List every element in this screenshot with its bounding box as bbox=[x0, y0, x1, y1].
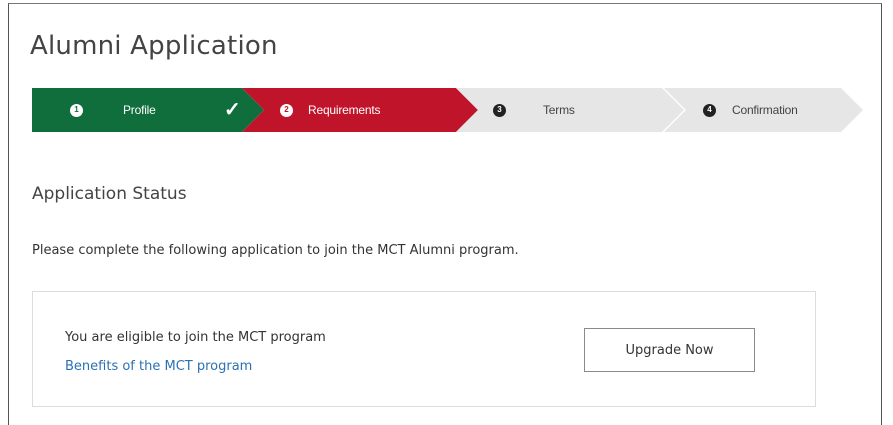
eligibility-message: You are eligible to join the MCT program bbox=[65, 330, 326, 345]
page-title: Alumni Application bbox=[30, 31, 278, 62]
step-label: Profile bbox=[123, 103, 156, 117]
section-title: Application Status bbox=[32, 184, 187, 204]
upgrade-now-button[interactable]: Upgrade Now bbox=[584, 328, 755, 372]
step-profile[interactable]: 1 Profile ✓ bbox=[32, 88, 264, 132]
step-terms[interactable]: 3 Terms bbox=[456, 88, 686, 132]
step-label: Terms bbox=[543, 103, 575, 117]
wizard-progress: 1 Profile ✓ 2 Requirements 3 Terms 4 Con… bbox=[32, 88, 863, 132]
step-label: Requirements bbox=[308, 103, 381, 117]
step-number-icon: 1 bbox=[70, 104, 83, 117]
eligibility-card: You are eligible to join the MCT program… bbox=[32, 291, 816, 407]
step-number-icon: 3 bbox=[493, 104, 506, 117]
step-confirmation[interactable]: 4 Confirmation bbox=[664, 88, 863, 132]
step-number-icon: 2 bbox=[280, 104, 293, 117]
check-icon: ✓ bbox=[224, 99, 241, 121]
benefits-link[interactable]: Benefits of the MCT program bbox=[65, 359, 252, 374]
step-label: Confirmation bbox=[732, 103, 798, 117]
intro-text: Please complete the following applicatio… bbox=[32, 243, 519, 258]
step-number-icon: 4 bbox=[703, 104, 716, 117]
step-requirements[interactable]: 2 Requirements bbox=[242, 88, 478, 132]
